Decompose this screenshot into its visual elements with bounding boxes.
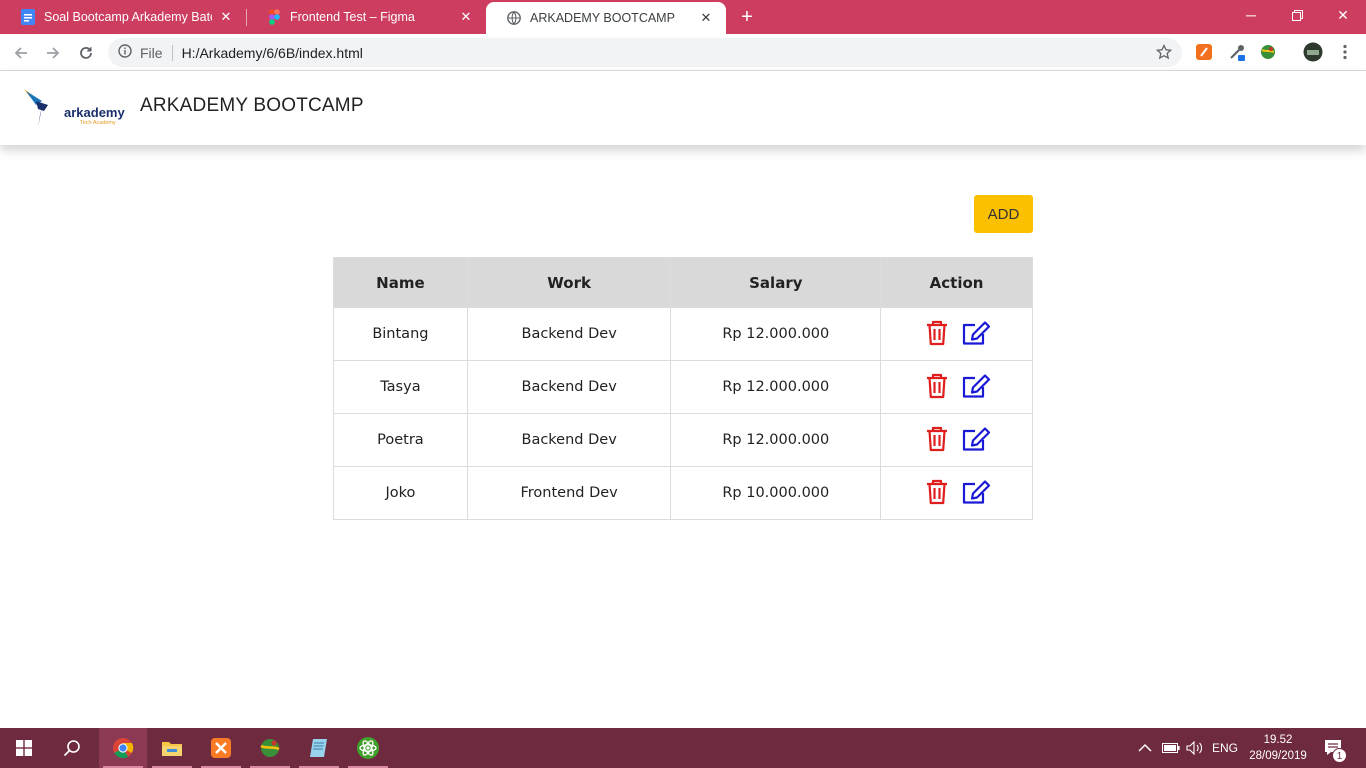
- trash-icon[interactable]: [921, 477, 953, 507]
- notepad-icon[interactable]: [295, 728, 343, 768]
- action-center-icon[interactable]: 1: [1324, 728, 1347, 768]
- table-row: Joko Frontend Dev Rp 10.000.000: [333, 466, 1033, 520]
- notification-badge: 1: [1332, 748, 1347, 763]
- address-bar[interactable]: File H:/Arkademy/6/6B/index.html: [108, 38, 1182, 67]
- close-tab-icon[interactable]: ✕: [218, 9, 234, 25]
- browser-toolbar: File H:/Arkademy/6/6B/index.html: [0, 34, 1366, 71]
- figma-icon: [266, 9, 282, 25]
- edit-icon[interactable]: [961, 424, 993, 454]
- minimize-button[interactable]: ─: [1228, 0, 1274, 30]
- back-button[interactable]: [8, 40, 34, 66]
- close-tab-icon[interactable]: ✕: [458, 9, 474, 25]
- new-tab-button[interactable]: +: [734, 5, 760, 29]
- battery-icon[interactable]: [1162, 728, 1180, 768]
- cell-work: Backend Dev: [466, 360, 672, 414]
- globe-extension-icon[interactable]: [1259, 43, 1277, 61]
- profile-avatar[interactable]: [1303, 42, 1323, 62]
- edit-icon[interactable]: [961, 477, 993, 507]
- edit-icon[interactable]: [961, 318, 993, 348]
- volume-icon[interactable]: [1186, 728, 1204, 768]
- chrome-icon[interactable]: [99, 728, 147, 768]
- tab-figma[interactable]: Frontend Test – Figma ✕: [246, 0, 486, 34]
- google-docs-icon: [20, 9, 36, 25]
- site-header: arkademy Tech Academy ARKADEMY BOOTCAMP: [0, 71, 1366, 145]
- column-header-action: Action: [880, 257, 1033, 308]
- hummingbird-icon: [24, 89, 48, 127]
- divider: [171, 44, 173, 61]
- cell-actions: [880, 307, 1033, 361]
- eyedropper-extension-icon[interactable]: [1228, 43, 1246, 61]
- tab-soal-bootcamp[interactable]: Soal Bootcamp Arkademy Batch ✕: [0, 0, 246, 34]
- add-button[interactable]: ADD: [974, 195, 1033, 233]
- cell-work: Backend Dev: [466, 413, 672, 467]
- tab-arkademy-bootcamp[interactable]: ARKADEMY BOOTCAMP ✕: [486, 2, 726, 34]
- table-row: Tasya Backend Dev Rp 12.000.000: [333, 360, 1033, 414]
- cell-salary: Rp 12.000.000: [670, 360, 882, 414]
- column-header-salary: Salary: [670, 257, 882, 308]
- cell-actions: [880, 466, 1033, 520]
- trash-icon[interactable]: [921, 424, 953, 454]
- trash-icon[interactable]: [921, 371, 953, 401]
- logo-wordmark: arkademy: [64, 105, 125, 120]
- windows-start-icon[interactable]: [0, 728, 48, 768]
- tab-title: Frontend Test – Figma: [290, 10, 415, 24]
- cell-actions: [880, 413, 1033, 467]
- cell-name: Tasya: [333, 360, 468, 414]
- system-clock[interactable]: 19.52 28/09/2019: [1244, 732, 1312, 764]
- globe-icon: [506, 10, 522, 26]
- extension-icon[interactable]: [1195, 43, 1213, 61]
- trash-icon[interactable]: [921, 318, 953, 348]
- table-header-row: Name Work Salary Action: [333, 257, 1033, 308]
- file-explorer-icon[interactable]: [148, 728, 196, 768]
- cell-name: Poetra: [333, 413, 468, 467]
- scheme-label: File: [140, 44, 163, 61]
- forward-button[interactable]: [40, 40, 66, 66]
- browser-tab-strip: Soal Bootcamp Arkademy Batch ✕ Frontend …: [0, 0, 1366, 34]
- show-hidden-icons-button[interactable]: [1138, 728, 1152, 768]
- restore-button[interactable]: [1274, 0, 1320, 30]
- info-icon[interactable]: [118, 44, 132, 61]
- cell-work: Frontend Dev: [466, 466, 672, 520]
- logo-tagline: Tech Academy: [80, 120, 116, 126]
- cell-salary: Rp 12.000.000: [670, 413, 882, 467]
- tab-title: Soal Bootcamp Arkademy Batch: [44, 10, 212, 24]
- table-row: Bintang Backend Dev Rp 12.000.000: [333, 307, 1033, 361]
- edit-icon[interactable]: [961, 371, 993, 401]
- clock-time: 19.52: [1263, 734, 1293, 746]
- column-header-work: Work: [466, 257, 672, 308]
- clock-date: 28/09/2019: [1249, 750, 1307, 762]
- windows-taskbar: ENG 19.52 28/09/2019 1: [0, 728, 1366, 768]
- chrome-menu-icon[interactable]: [1336, 43, 1354, 61]
- page-title: ARKADEMY BOOTCAMP: [140, 95, 364, 116]
- cell-salary: Rp 12.000.000: [670, 307, 882, 361]
- employee-table: Name Work Salary Action Bintang Backend …: [333, 257, 1033, 520]
- cell-name: Joko: [333, 466, 468, 520]
- reload-button[interactable]: [73, 40, 99, 66]
- search-icon[interactable]: [48, 728, 96, 768]
- xampp-icon[interactable]: [197, 728, 245, 768]
- cell-work: Backend Dev: [466, 307, 672, 361]
- tab-title: ARKADEMY BOOTCAMP: [530, 11, 675, 25]
- bookmark-star-icon[interactable]: [1155, 43, 1173, 63]
- column-header-name: Name: [333, 257, 468, 308]
- network-globe-icon[interactable]: [246, 728, 294, 768]
- input-language-indicator[interactable]: ENG: [1212, 728, 1238, 768]
- cell-name: Bintang: [333, 307, 468, 361]
- url-text[interactable]: H:/Arkademy/6/6B/index.html: [182, 45, 363, 61]
- close-window-button[interactable]: ✕: [1320, 0, 1366, 30]
- atom-icon[interactable]: [344, 728, 392, 768]
- table-row: Poetra Backend Dev Rp 12.000.000: [333, 413, 1033, 467]
- close-tab-icon[interactable]: ✕: [698, 10, 714, 26]
- cell-salary: Rp 10.000.000: [670, 466, 882, 520]
- arkademy-logo[interactable]: arkademy Tech Academy: [22, 85, 125, 131]
- cell-actions: [880, 360, 1033, 414]
